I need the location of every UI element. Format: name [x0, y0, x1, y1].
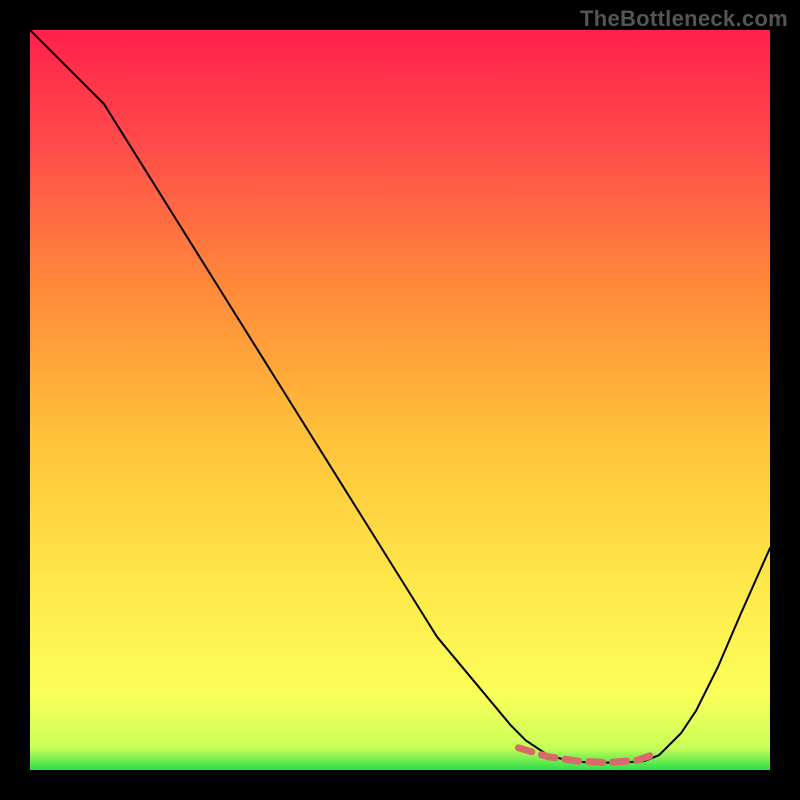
- chart-container: TheBottleneck.com: [0, 0, 800, 800]
- watermark-label: TheBottleneck.com: [580, 6, 788, 32]
- bottleneck-chart: [30, 30, 770, 770]
- gradient-background: [30, 30, 770, 770]
